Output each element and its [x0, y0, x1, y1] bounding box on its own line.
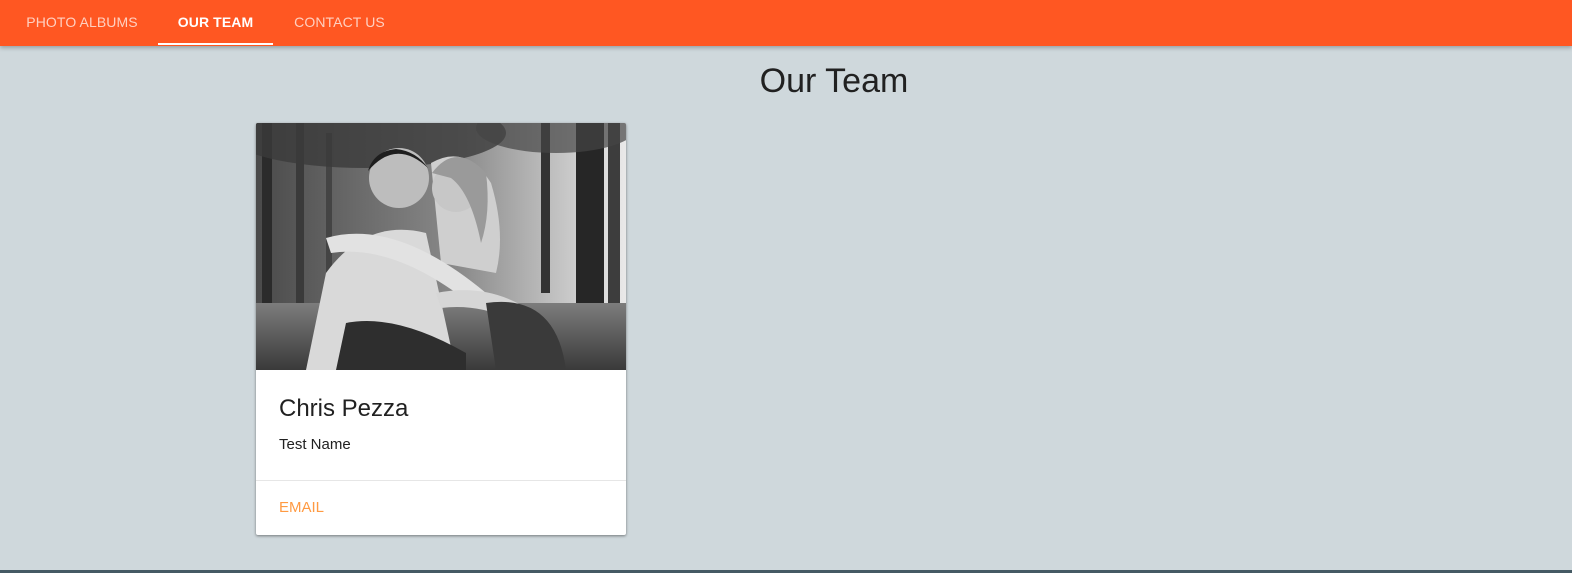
- team-member-subtitle: Test Name: [279, 436, 351, 453]
- card-divider: [256, 480, 626, 481]
- active-tab-indicator: [158, 43, 273, 45]
- team-member-name: Chris Pezza: [279, 395, 409, 422]
- page-title: Our Team: [759, 62, 909, 100]
- tab-photo-albums[interactable]: PHOTO ALBUMS: [0, 0, 164, 46]
- photo-illustration: [256, 123, 626, 370]
- tab-our-team[interactable]: OUR TEAM: [158, 0, 273, 46]
- top-nav-bar: PHOTO ALBUMS OUR TEAM CONTACT US: [0, 0, 1572, 46]
- email-button[interactable]: EMAIL: [279, 499, 324, 516]
- team-member-photo: [256, 123, 626, 370]
- team-member-card: Chris Pezza Test Name EMAIL: [256, 123, 626, 535]
- tab-contact-us[interactable]: CONTACT US: [273, 0, 406, 46]
